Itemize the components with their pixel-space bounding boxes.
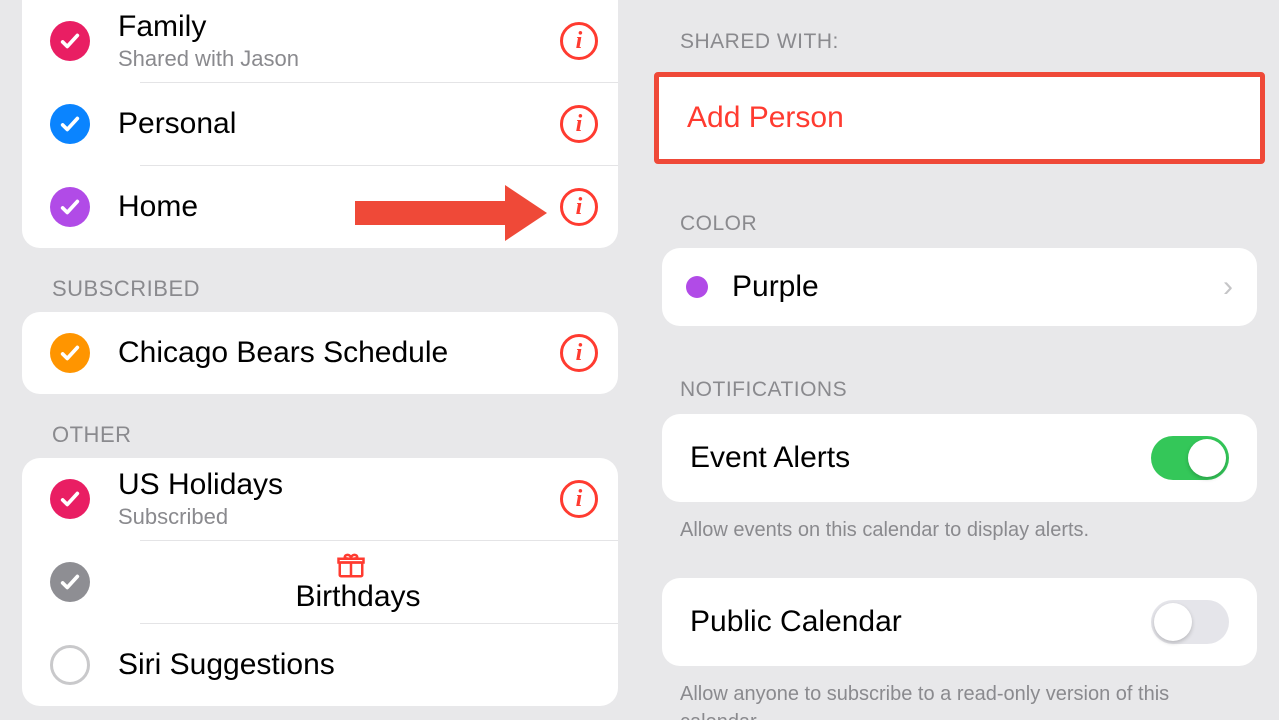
calendar-title: US Holidays — [118, 468, 560, 502]
info-icon[interactable]: i — [560, 334, 598, 372]
color-row[interactable]: Purple › — [662, 248, 1257, 326]
calendar-title: Birthdays — [295, 580, 420, 614]
public-calendar-row[interactable]: Public Calendar — [662, 578, 1257, 666]
calendar-row-birthdays[interactable]: Birthdays — [22, 541, 618, 623]
calendar-row-siri[interactable]: Siri Suggestions — [22, 624, 618, 706]
calendar-title: Personal — [118, 107, 560, 141]
check-icon[interactable] — [50, 333, 90, 373]
section-header-color: COLOR — [640, 164, 1279, 248]
calendar-row-personal[interactable]: Personal i — [22, 83, 618, 165]
check-icon-empty[interactable] — [50, 645, 90, 685]
public-calendar-footer: Allow anyone to subscribe to a read-only… — [640, 666, 1279, 720]
calendar-list-pane: Family Shared with Jason i Personal i Ho… — [0, 0, 640, 720]
row-texts: US Holidays Subscribed — [118, 468, 560, 530]
calendar-title: Siri Suggestions — [118, 648, 598, 682]
calendar-detail-pane: SHARED WITH: Add Person COLOR Purple › N… — [640, 0, 1279, 720]
section-header-sharedwith: SHARED WITH: — [640, 0, 1279, 66]
calendar-group-other: US Holidays Subscribed i Birthdays Siri … — [22, 458, 618, 706]
section-header-notifications: NOTIFICATIONS — [640, 326, 1279, 414]
add-person-button[interactable]: Add Person — [659, 77, 1260, 159]
public-calendar-toggle[interactable] — [1151, 600, 1229, 644]
row-texts: Birthdays — [118, 550, 598, 614]
arrow-annotation — [355, 185, 547, 241]
public-calendar-label: Public Calendar — [690, 605, 1151, 639]
calendar-subtitle: Subscribed — [118, 504, 560, 530]
calendar-row-usholidays[interactable]: US Holidays Subscribed i — [22, 458, 618, 540]
calendar-title: Family — [118, 10, 560, 44]
info-icon[interactable]: i — [560, 22, 598, 60]
calendar-row-family[interactable]: Family Shared with Jason i — [22, 0, 618, 82]
check-icon[interactable] — [50, 479, 90, 519]
color-group: Purple › — [662, 248, 1257, 326]
check-icon[interactable] — [50, 21, 90, 61]
color-value: Purple — [732, 270, 1223, 304]
info-icon[interactable]: i — [560, 480, 598, 518]
gift-icon — [336, 550, 366, 580]
calendar-row-bears[interactable]: Chicago Bears Schedule i — [22, 312, 618, 394]
section-header-subscribed: SUBSCRIBED — [0, 248, 640, 312]
event-alerts-footer: Allow events on this calendar to display… — [640, 502, 1279, 544]
chevron-right-icon: › — [1223, 270, 1233, 304]
info-icon[interactable]: i — [560, 188, 598, 226]
check-icon[interactable] — [50, 187, 90, 227]
check-icon[interactable] — [50, 562, 90, 602]
check-icon[interactable] — [50, 104, 90, 144]
add-person-highlight: Add Person — [654, 72, 1265, 164]
info-icon[interactable]: i — [560, 105, 598, 143]
calendar-group-subscribed: Chicago Bears Schedule i — [22, 312, 618, 394]
event-alerts-group: Event Alerts — [662, 414, 1257, 502]
calendar-title: Chicago Bears Schedule — [118, 336, 560, 370]
color-bullet-icon — [686, 276, 708, 298]
event-alerts-row[interactable]: Event Alerts — [662, 414, 1257, 502]
row-texts: Chicago Bears Schedule — [118, 336, 560, 370]
row-texts: Siri Suggestions — [118, 648, 598, 682]
calendar-subtitle: Shared with Jason — [118, 46, 560, 72]
public-calendar-group: Public Calendar — [662, 578, 1257, 666]
row-texts: Personal — [118, 107, 560, 141]
event-alerts-label: Event Alerts — [690, 441, 1151, 475]
event-alerts-toggle[interactable] — [1151, 436, 1229, 480]
row-texts: Family Shared with Jason — [118, 10, 560, 72]
section-header-other: OTHER — [0, 394, 640, 458]
